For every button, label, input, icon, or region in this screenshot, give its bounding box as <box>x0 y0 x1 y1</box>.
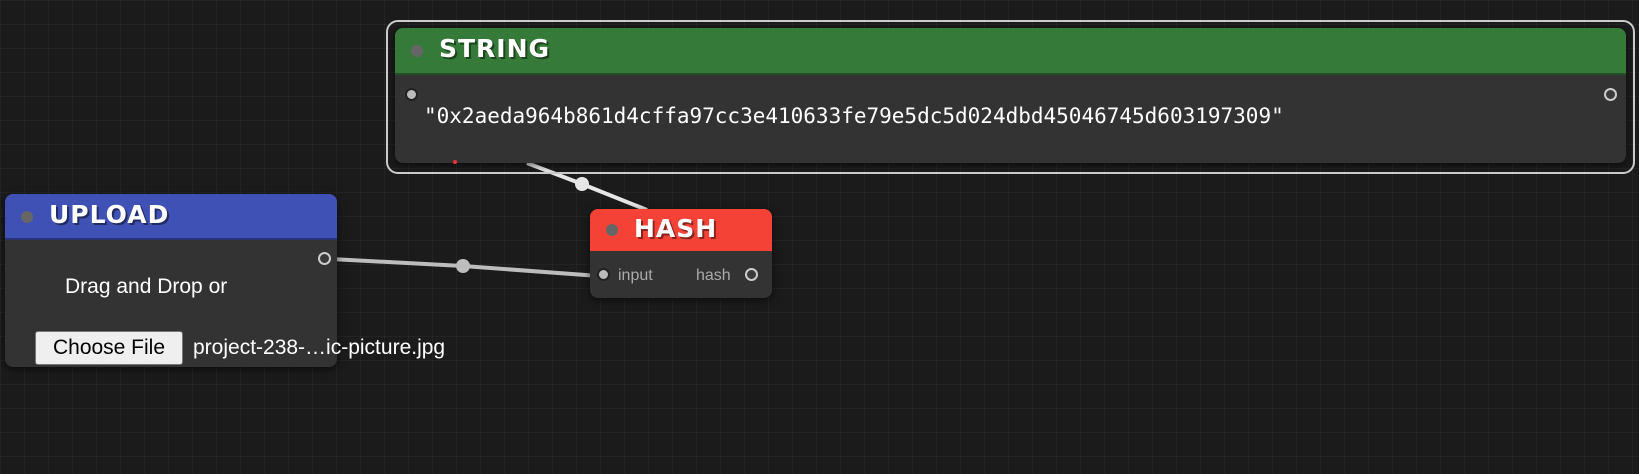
wire-midpoint-upload-hash <box>456 259 470 273</box>
hash-output-port[interactable] <box>745 268 758 281</box>
string-node-header[interactable]: STRING <box>395 28 1626 75</box>
upload-node-header[interactable]: UPLOAD <box>5 194 337 240</box>
collapse-dot-icon[interactable] <box>411 45 423 57</box>
hash-node-header[interactable]: HASH <box>590 209 772 251</box>
hash-node[interactable]: HASH input hash <box>590 209 772 298</box>
string-node[interactable]: STRING "0x2aeda964b861d4cffa97cc3e410633… <box>395 28 1626 163</box>
upload-node[interactable]: UPLOAD Drag and Drop or Choose File proj… <box>5 194 445 367</box>
string-output-port[interactable] <box>1604 88 1617 101</box>
collapse-dot-icon[interactable] <box>21 211 33 223</box>
wire-midpoint-string-hash <box>575 177 589 191</box>
drag-and-drop-label: Drag and Drop or <box>65 275 228 298</box>
choose-file-button[interactable]: Choose File <box>35 331 183 365</box>
hash-node-title: HASH <box>634 214 718 243</box>
hash-input-port[interactable] <box>597 268 610 281</box>
upload-output-port[interactable] <box>318 252 331 265</box>
upload-node-title: UPLOAD <box>49 200 170 229</box>
resize-marker-icon <box>453 160 457 164</box>
selected-file-name: project-238-…ic-picture.jpg <box>193 336 446 359</box>
collapse-dot-icon[interactable] <box>606 224 618 236</box>
string-value-text[interactable]: "0x2aeda964b861d4cffa97cc3e410633fe79e5d… <box>424 104 1284 128</box>
wire-upload-to-hash <box>330 257 600 278</box>
string-input-port[interactable] <box>405 88 418 101</box>
hash-output-label: hash <box>696 267 731 284</box>
string-node-title: STRING <box>439 34 551 63</box>
hash-input-label: input <box>618 267 653 284</box>
